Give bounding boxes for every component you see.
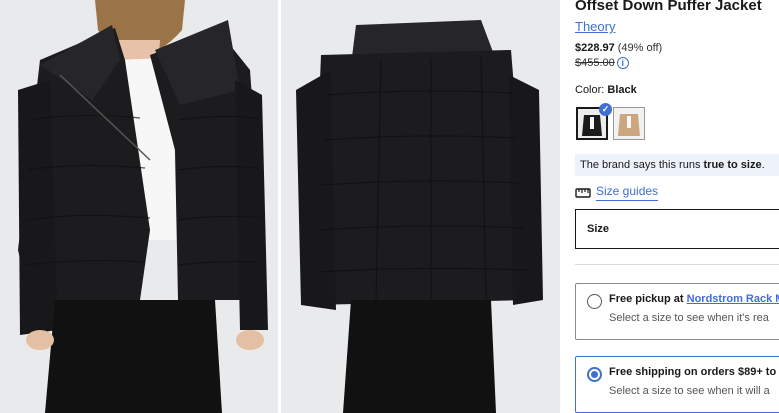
brand-link[interactable]: Theory bbox=[575, 19, 615, 34]
fit-guidance-banner: The brand says this runs true to size. bbox=[575, 154, 779, 176]
store-link[interactable]: Nordstrom Rack Me bbox=[687, 293, 779, 305]
shipping-title-prefix: Free shipping on orders $89+ to bbox=[609, 366, 779, 378]
discount-badge: (49% off) bbox=[617, 42, 663, 54]
color-swatch-tan[interactable] bbox=[613, 107, 645, 140]
price-row: $228.97 (49% off) bbox=[575, 42, 662, 54]
pickup-title: Free pickup at Nordstrom Rack Me bbox=[609, 293, 779, 305]
size-guides-link[interactable]: Size guides bbox=[596, 184, 659, 201]
fit-text-prefix: The brand says this runs bbox=[580, 159, 704, 171]
fit-text-suffix: . bbox=[761, 159, 765, 171]
product-details-panel: Offset Down Puffer Jacket Theory $228.97… bbox=[575, 0, 779, 413]
selected-check-icon: ✓ bbox=[599, 103, 612, 116]
tan-jacket-thumbnail-icon bbox=[614, 108, 644, 139]
original-price-row: $455.00 i bbox=[575, 57, 629, 69]
size-guide-row[interactable]: Size guides bbox=[575, 184, 659, 201]
color-label: Color: bbox=[575, 84, 608, 96]
original-price: $455.00 bbox=[575, 57, 615, 69]
shipping-title: Free shipping on orders $89+ to 08 bbox=[609, 366, 779, 378]
product-image-back[interactable] bbox=[281, 0, 560, 413]
pickup-subtitle: Select a size to see when it's rea bbox=[609, 312, 769, 324]
product-image-front[interactable] bbox=[0, 0, 278, 413]
size-selector[interactable]: Size bbox=[575, 209, 779, 249]
jacket-front-illustration bbox=[0, 0, 278, 413]
sale-price: $228.97 bbox=[575, 42, 615, 54]
shipping-subtitle: Select a size to see when it will a bbox=[609, 385, 770, 397]
selected-color: Black bbox=[607, 84, 637, 96]
pickup-title-prefix: Free pickup at bbox=[609, 293, 687, 305]
ruler-icon bbox=[575, 187, 591, 198]
divider bbox=[575, 264, 779, 265]
jacket-back-illustration bbox=[281, 0, 560, 413]
shipping-radio[interactable] bbox=[587, 367, 602, 382]
color-label-row: Color: Black bbox=[575, 84, 637, 96]
pickup-option-card[interactable]: Free pickup at Nordstrom Rack Me Select … bbox=[575, 283, 779, 340]
fit-emphasis: true to size bbox=[703, 159, 762, 171]
pickup-radio[interactable] bbox=[587, 294, 602, 309]
info-icon[interactable]: i bbox=[616, 57, 629, 69]
shipping-option-card[interactable]: Free shipping on orders $89+ to 08 Selec… bbox=[575, 356, 779, 413]
product-title: Offset Down Puffer Jacket bbox=[575, 0, 762, 14]
